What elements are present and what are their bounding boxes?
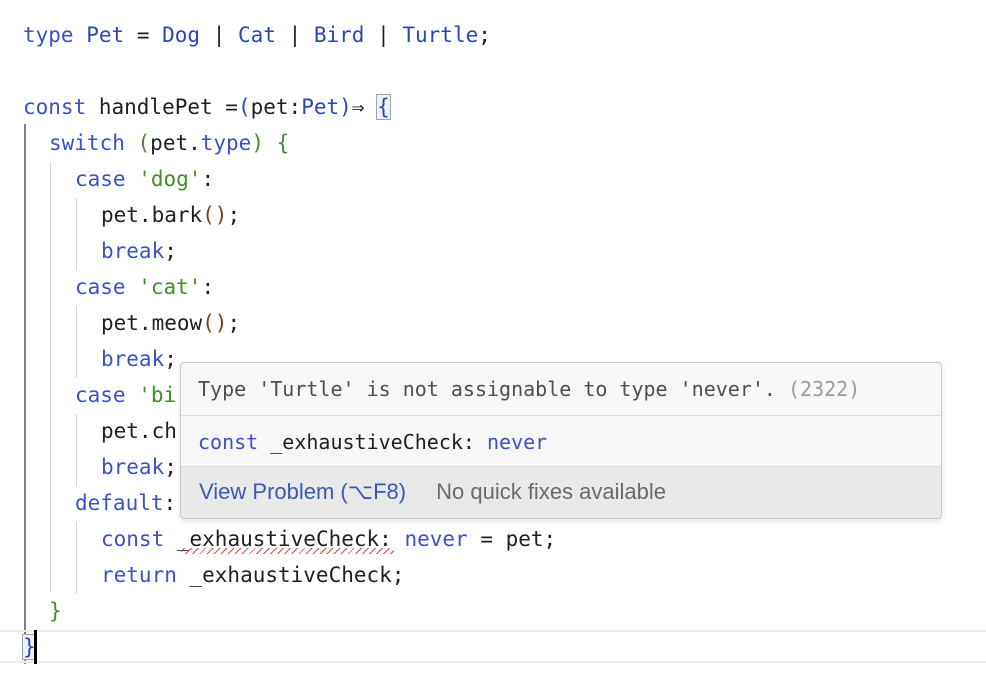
code-line-break[interactable]: break; [101, 341, 177, 377]
error-text: Type 'Turtle' is not assignable to type … [198, 377, 776, 401]
code-line-break[interactable]: break; [101, 233, 177, 269]
type-ref: never [487, 430, 548, 454]
punctuation: ; [227, 203, 241, 227]
text-cursor [34, 630, 37, 664]
keyword: switch [49, 131, 125, 155]
indent-guide-case-dog [76, 198, 77, 270]
punctuation: : [288, 95, 302, 119]
punctuation: : [201, 275, 215, 299]
indent-guide-case-bird [76, 414, 77, 486]
punctuation: ) [339, 95, 352, 119]
operator: | [364, 23, 403, 47]
code-line-case-dog[interactable]: case 'dog': [75, 161, 214, 197]
keyword: const [23, 95, 87, 119]
punctuation: ( [237, 95, 251, 119]
code-line-meow[interactable]: pet.meow(); [101, 305, 240, 341]
method-call: pet.bark [101, 203, 203, 227]
method-call: pet.meow [101, 311, 203, 335]
identifier: _exhaustiveCheck: [258, 430, 487, 454]
code-line-case-cat[interactable]: case 'cat': [75, 269, 214, 305]
operator: | [200, 23, 238, 47]
code-line-chirp[interactable]: pet.ch [101, 413, 177, 449]
type-ref: Cat [237, 23, 276, 47]
identifier: pet. [150, 131, 201, 155]
punctuation: ) [251, 131, 264, 155]
view-problem-link[interactable]: View Problem (⌥F8) [199, 479, 406, 504]
code-line-bark[interactable]: pet.bark(); [101, 197, 240, 233]
keyword: default [75, 491, 164, 515]
keyword: const [101, 527, 165, 551]
parameter: pet [250, 95, 289, 119]
operator: = [124, 23, 163, 47]
keyword: case [75, 275, 126, 299]
punctuation: : [201, 167, 215, 191]
no-quick-fixes-label: No quick fixes available [436, 479, 667, 504]
type-ref: Bird [313, 23, 365, 47]
code-line-default[interactable]: default: [75, 485, 176, 521]
code-line-close-switch[interactable]: } [49, 593, 62, 629]
punctuation: ; [164, 239, 177, 263]
code-line-break[interactable]: break; [101, 449, 177, 485]
error-code: (2322) [775, 377, 861, 401]
type-name: Pet [86, 23, 125, 47]
method-call: pet.ch [101, 419, 177, 443]
type-ref: Dog [162, 23, 201, 47]
indent-guide-function [24, 124, 26, 664]
punctuation: : [163, 491, 177, 515]
code-line-type-decl[interactable]: type Pet = Dog | Cat | Bird | Turtle; [23, 17, 491, 53]
punctuation: () [202, 311, 228, 335]
punctuation: ; [164, 455, 177, 479]
indent-guide-case-cat [76, 306, 77, 378]
popup-actions: View Problem (⌥F8) No quick fixes availab… [181, 467, 941, 518]
expression: = pet; [467, 527, 557, 551]
indent-guide-switch [50, 162, 51, 592]
error-squiggle[interactable] [181, 548, 394, 554]
operator: | [275, 23, 314, 47]
popup-signature: const _exhaustiveCheck: never [181, 415, 941, 467]
type-ref: never [404, 527, 468, 551]
keyword: type [23, 23, 74, 47]
keyword: break [101, 455, 165, 479]
error-hover-popup[interactable]: Type 'Turtle' is not assignable to type … [180, 362, 942, 519]
string-literal: 'dog' [138, 167, 202, 191]
keyword: return [101, 563, 177, 587]
punctuation: ; [478, 23, 491, 47]
string-literal: 'cat' [138, 275, 202, 299]
keyword: case [75, 383, 126, 407]
keyword: break [101, 239, 165, 263]
code-line-case-bird[interactable]: case 'bi [75, 377, 176, 413]
expression: _exhaustiveCheck; [176, 563, 405, 587]
punctuation: ; [164, 347, 177, 371]
code-line-function-decl[interactable]: const handlePet =(pet:Pet)⇒ { [23, 89, 391, 125]
arrow-operator: ⇒ [351, 95, 378, 119]
keyword: break [101, 347, 165, 371]
punctuation: { [263, 131, 290, 155]
keyword: const [198, 430, 259, 454]
function-name: handlePet = [86, 95, 238, 119]
indent-guide-default [76, 522, 77, 594]
current-line-highlight [0, 630, 986, 663]
code-editor[interactable]: type Pet = Dog | Cat | Bird | Turtle; co… [0, 0, 986, 680]
type-ref: Pet [301, 95, 340, 119]
popup-error-message: Type 'Turtle' is not assignable to type … [181, 363, 941, 415]
keyword: case [75, 167, 126, 191]
punctuation: ; [227, 311, 241, 335]
punctuation: ( [137, 131, 151, 155]
code-line-switch[interactable]: switch (pet.type) { [49, 125, 289, 161]
punctuation: () [202, 203, 228, 227]
type-ref: Turtle [402, 23, 479, 47]
matched-brace: { [376, 94, 391, 120]
string-literal: 'bi [138, 383, 177, 407]
code-line-return[interactable]: return _exhaustiveCheck; [101, 557, 404, 593]
property: type [200, 131, 252, 155]
